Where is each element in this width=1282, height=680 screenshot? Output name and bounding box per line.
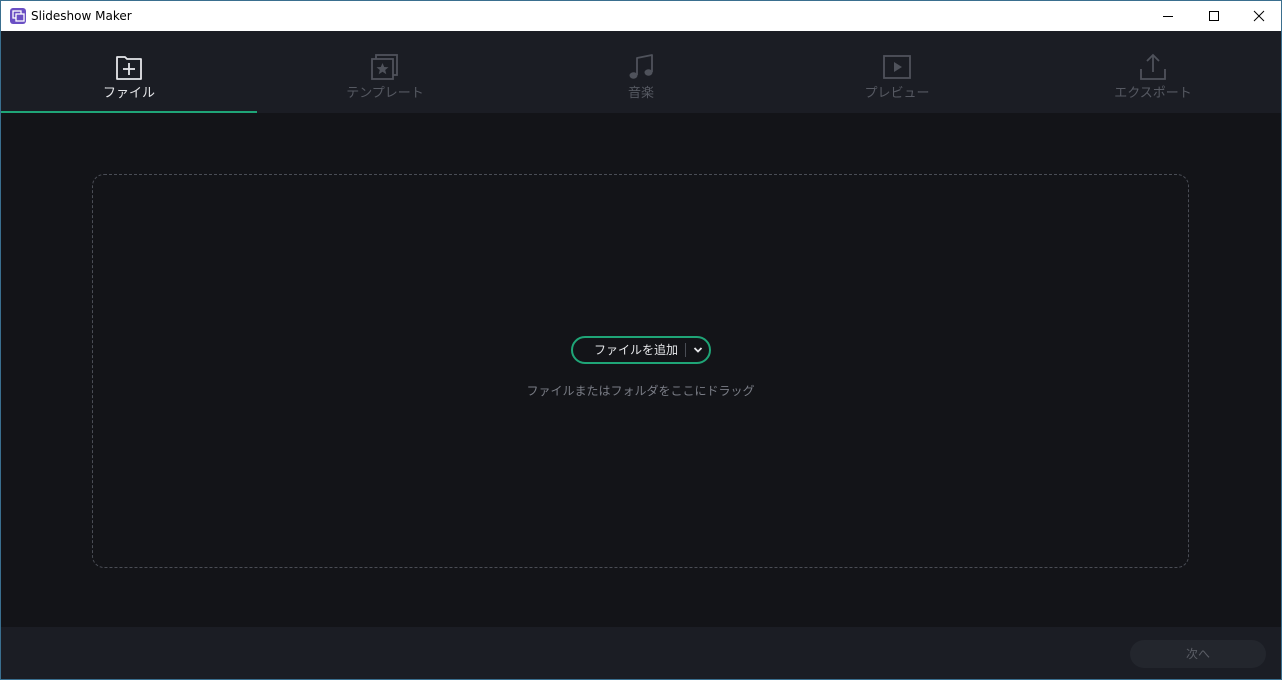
- add-file-dropdown-button[interactable]: [686, 338, 709, 362]
- chevron-down-icon: [693, 347, 702, 353]
- template-star-icon: [371, 54, 398, 80]
- music-note-icon: [629, 54, 653, 79]
- tab-template[interactable]: テンプレート: [257, 31, 513, 113]
- maximize-button[interactable]: [1191, 1, 1237, 31]
- tab-template-label: テンプレート: [346, 86, 424, 101]
- maximize-icon: [1209, 11, 1219, 21]
- tab-file[interactable]: ファイル: [1, 31, 257, 113]
- tab-preview-label: プレビュー: [864, 86, 930, 101]
- tab-music-label: 音楽: [627, 86, 654, 101]
- tab-export[interactable]: エクスポート: [1025, 31, 1281, 113]
- next-button[interactable]: 次へ: [1130, 640, 1266, 668]
- title-bar: Slideshow Maker: [1, 1, 1281, 31]
- drop-hint-text: ファイルまたはフォルダをここにドラッグ: [526, 384, 755, 398]
- export-upload-icon: [1140, 53, 1166, 80]
- main-content: ファイルを追加 ファイルまたはフォルダをここにドラッグ: [1, 113, 1281, 627]
- tab-export-label: エクスポート: [1114, 86, 1192, 101]
- tab-music[interactable]: 音楽: [513, 31, 769, 113]
- window-title: Slideshow Maker: [31, 9, 132, 23]
- close-button[interactable]: [1236, 1, 1281, 31]
- add-file-button[interactable]: ファイルを追加: [573, 338, 685, 362]
- file-drop-zone[interactable]: ファイルを追加 ファイルまたはフォルダをここにドラッグ: [92, 174, 1189, 568]
- tab-file-label: ファイル: [102, 86, 155, 101]
- minimize-icon: [1163, 16, 1173, 17]
- minimize-button[interactable]: [1145, 1, 1191, 31]
- footer-bar: 次へ: [1, 627, 1281, 679]
- play-preview-icon: [883, 55, 911, 79]
- close-icon: [1253, 10, 1265, 22]
- tab-preview[interactable]: プレビュー: [769, 31, 1025, 113]
- add-file-button-group: ファイルを追加: [571, 336, 711, 364]
- step-tab-bar: ファイル テンプレート 音楽 プレビュー エクスポート: [1, 31, 1281, 113]
- app-window: Slideshow Maker ファイル テンプレート 音楽 プレビュー エクス…: [0, 0, 1282, 680]
- folder-add-icon: [116, 56, 142, 80]
- app-logo-icon: [10, 8, 26, 24]
